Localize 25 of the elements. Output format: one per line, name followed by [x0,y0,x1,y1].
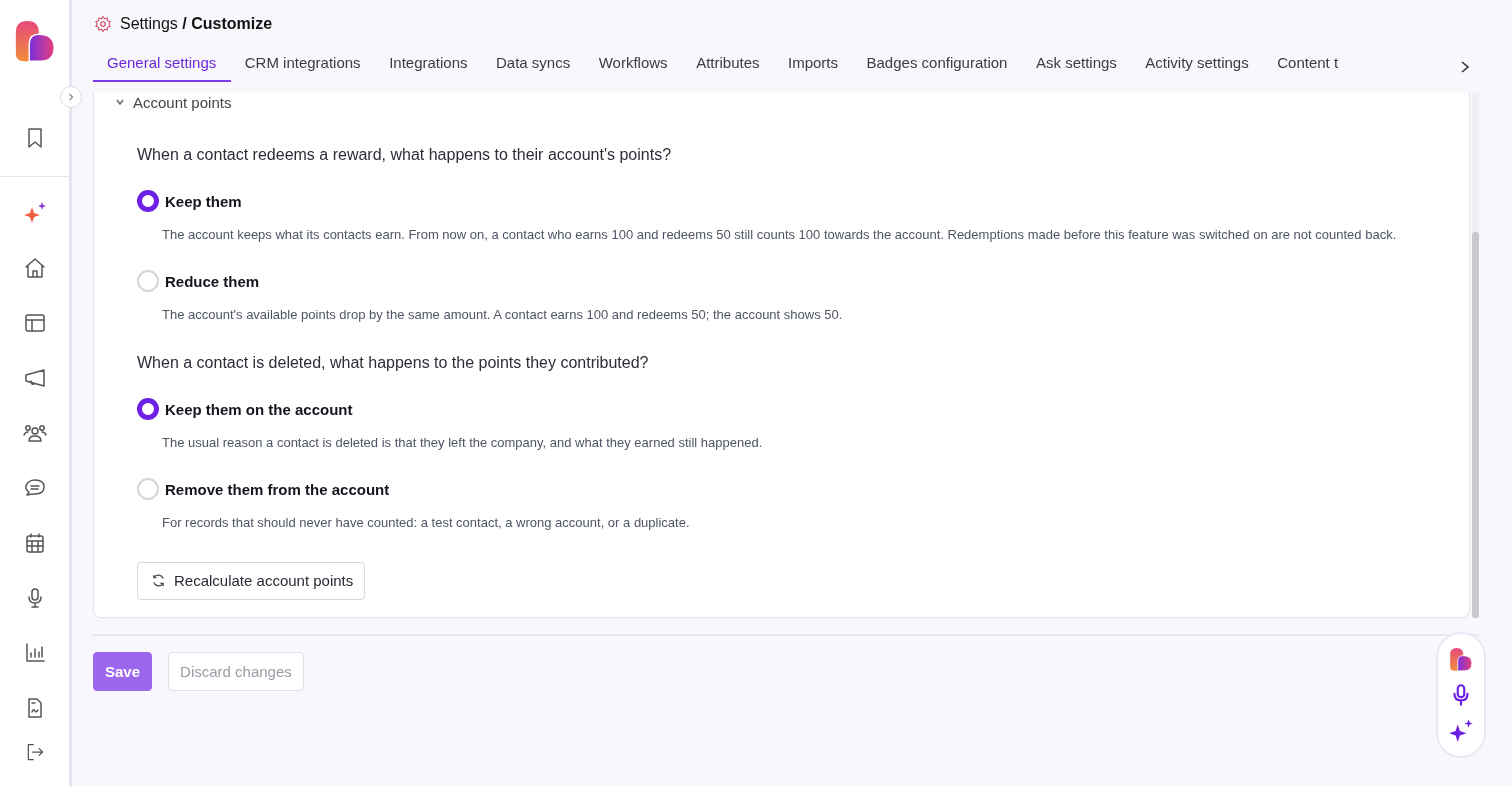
option-description: The usual reason a contact is deleted is that they left the company, and what they earned still happened. [162,434,764,452]
save-button[interactable]: Save [93,652,153,691]
tab[interactable]: Data syncs [482,54,585,82]
tab[interactable]: CRM integrations [230,54,376,82]
tab[interactable]: Workflows [584,54,683,82]
option-label[interactable]: Keep them [165,192,242,210]
tab[interactable]: Activity settings [1131,54,1264,82]
option-description: The account keeps what its contacts earn. From now on, a contact who earns 100 and redeems 50 still counts 100 towards the account. Redemptions made before this feature was switched on are not counted back. [162,226,1398,244]
question: When a contact is deleted, what happens to the points they contributed? [137,354,650,372]
tab[interactable]: Content t [1263,54,1353,82]
tab[interactable]: Imports [774,54,853,82]
question: When a contact redeems a reward, what happens to their account's points? [137,146,673,164]
option-description: For records that should never have counted: a test contact, a wrong account, or a duplicate. [162,514,691,532]
option-label[interactable]: Remove them from the account [165,480,390,498]
tab[interactable]: Attributes [682,54,774,82]
tab[interactable]: Badges configuration [852,54,1022,82]
tab[interactable]: Integrations [375,54,482,82]
section-title[interactable]: Account points [133,93,232,111]
breadcrumb: Settings / Customize [120,15,273,33]
option-label[interactable]: Reduce them [165,272,260,290]
tab[interactable]: Ask settings [1021,54,1132,82]
option-description: The account's available points drop by the same amount. A contact earns 100 and redeems 50; the account shows 50. [162,306,844,324]
recalculate-button[interactable]: Recalculate account points [137,562,366,600]
tab[interactable]: General settings [93,54,231,82]
option-label[interactable]: Keep them on the account [165,400,353,418]
